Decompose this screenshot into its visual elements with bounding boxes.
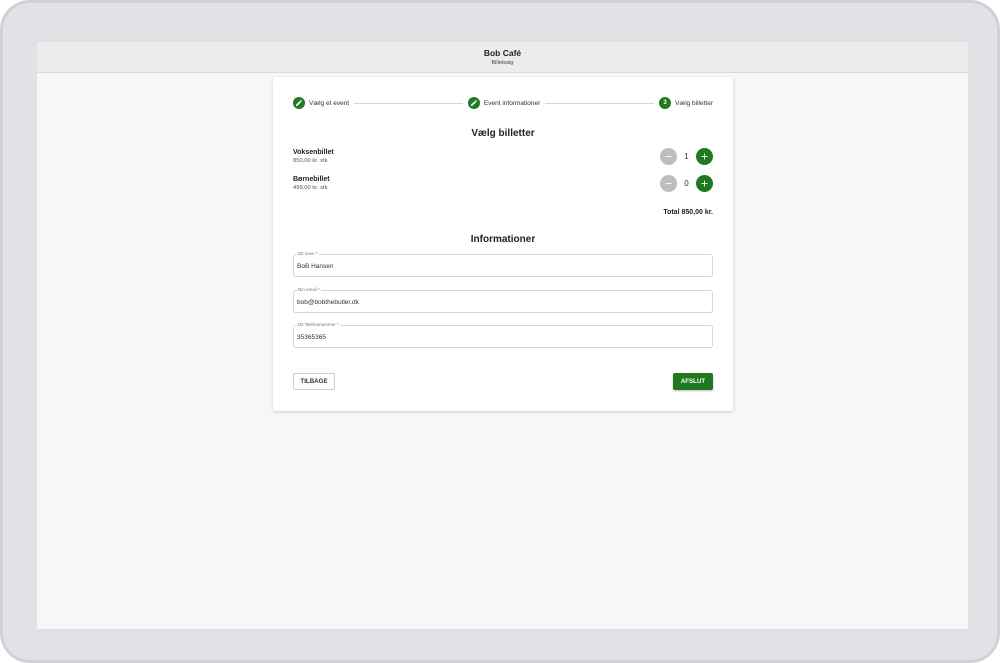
field-label: Din email * [297, 287, 321, 293]
app-title: Bob Café [483, 47, 522, 58]
tablet-frame: Bob Café Billetsalg Vælg et event Event … [0, 0, 1000, 663]
pencil-icon [467, 97, 480, 109]
finish-button[interactable]: AFSLUT [673, 373, 713, 390]
minus-icon [665, 183, 672, 185]
step-label: Vælg billetter [675, 99, 714, 107]
plus-icon [701, 153, 708, 160]
app-subtitle: Billetsalg [491, 59, 514, 66]
step-choose-tickets[interactable]: 3 Vælg billetter [659, 97, 713, 109]
step-label: Event informationer [483, 99, 541, 107]
ticket-price: 499,00 kr. stk [293, 185, 328, 191]
email-field[interactable]: Din email * bob@bobthebutler.dk [293, 287, 713, 313]
step-choose-event[interactable]: Vælg et event [293, 97, 349, 109]
field-label: Dit Telefonnummer * [297, 322, 340, 328]
ticket-row-child: Børnebillet 499,00 kr. stk 0 [293, 175, 713, 197]
ticket-name: Børnebillet [293, 176, 330, 183]
pencil-icon [293, 97, 305, 109]
app-screen: Bob Café Billetsalg Vælg et event Event … [37, 42, 968, 629]
ticket-row-adult: Voksenbillet 850,00 kr. stk 1 [293, 148, 713, 170]
name-field[interactable]: Dit navn * BoB Hansen [293, 251, 713, 277]
ticket-price: 850,00 kr. stk [293, 158, 328, 164]
quantity-value: 0 [684, 179, 689, 188]
field-label: Dit navn * [297, 251, 319, 257]
ticket-name: Voksenbillet [293, 149, 334, 156]
increase-button[interactable] [696, 148, 713, 165]
decrease-button[interactable] [660, 175, 677, 192]
total-price: Total 850,00 kr. [663, 209, 713, 216]
field-value: bob@bobthebutler.dk [297, 299, 359, 306]
plus-icon [701, 180, 708, 187]
quantity-stepper: 0 [660, 175, 713, 192]
tickets-section-title: Vælg billetter [471, 128, 535, 139]
minus-icon [665, 156, 672, 158]
quantity-stepper: 1 [660, 148, 713, 165]
increase-button[interactable] [696, 175, 713, 192]
step-event-info[interactable]: Event informationer [467, 97, 541, 109]
back-button[interactable]: TILBAGE [293, 373, 335, 390]
field-value: BoB Hansen [297, 263, 334, 270]
app-header: Bob Café Billetsalg [37, 42, 968, 73]
quantity-value: 1 [684, 152, 689, 161]
stepper: Vælg et event Event informationer 3 Vælg… [293, 96, 713, 110]
checkout-card: Vælg et event Event informationer 3 Vælg… [273, 77, 733, 411]
step-connector [354, 102, 463, 104]
phone-field[interactable]: Dit Telefonnummer * 35365365 [293, 322, 713, 348]
decrease-button[interactable] [660, 148, 677, 165]
step-label: Vælg et event [309, 99, 350, 107]
step-number: 3 [659, 97, 672, 109]
info-section-title: Informationer [470, 234, 536, 245]
step-connector [545, 102, 655, 104]
field-value: 35365365 [297, 334, 326, 341]
